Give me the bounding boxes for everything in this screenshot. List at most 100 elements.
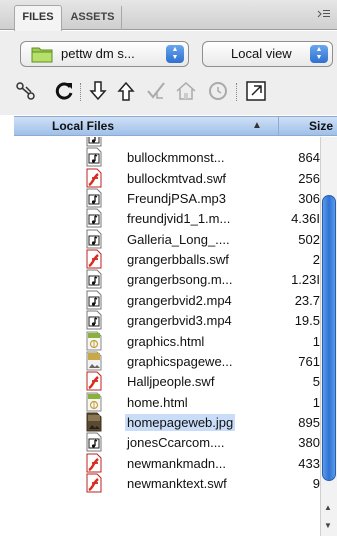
connect-icon[interactable] (14, 79, 38, 103)
file-name: bullockmtvad.swf (127, 170, 226, 186)
audio-file-icon (84, 290, 104, 310)
audio-file-icon (84, 147, 104, 167)
put-files-icon[interactable] (114, 79, 138, 103)
file-row[interactable]: freundjvid1_1.m... 4.36I (14, 208, 320, 228)
file-size: 4.36I (291, 211, 320, 227)
file-name: Galleria_Long_.... (127, 231, 230, 247)
audio-file-icon (84, 208, 104, 228)
check-out-icon (147, 82, 165, 99)
site-select-label: pettw dm s... (61, 46, 135, 61)
file-row[interactable]: Galleria_Long_.... 502 (14, 229, 320, 249)
file-row[interactable]: bullockmmonst... 864 (14, 147, 320, 167)
flash-file-icon (84, 249, 104, 269)
file-size: 502 (298, 231, 320, 247)
files-toolbar: pettw dm s... ▲ ▼ Local view ▲ ▼ (0, 31, 337, 115)
panel-tab-bar: FILES ASSETS (0, 0, 337, 31)
file-row[interactable]: graphics.html 1 (14, 331, 320, 351)
file-size: 256 (298, 170, 320, 186)
file-name: Halljpeople.swf (127, 374, 215, 390)
file-row[interactable]: grangerbvid3.mp4 19.5 (14, 310, 320, 330)
image-file-icon (84, 412, 104, 432)
file-size: 23.7 (294, 292, 320, 308)
file-size: 5 (312, 374, 320, 390)
file-row[interactable]: grangerbsong.m... 1.23I (14, 269, 320, 289)
panel-options-menu-icon[interactable] (317, 8, 331, 22)
file-name: homepageweb.jpg (125, 413, 236, 431)
scroll-up-arrow-icon[interactable]: ▲ (324, 503, 332, 512)
chevron-updown-icon: ▲ ▼ (310, 45, 328, 63)
toolbar-icons (0, 79, 337, 107)
html-file-icon (84, 331, 104, 351)
flash-file-icon (84, 371, 104, 391)
site-select[interactable]: pettw dm s... ▲ ▼ (20, 41, 189, 67)
file-name: graphics.html (127, 333, 205, 349)
column-header-size[interactable]: Size (309, 119, 333, 133)
file-row[interactable]: newmanktext.swf 9 (14, 473, 320, 493)
file-size: 761 (298, 353, 320, 369)
scrollbar-thumb[interactable] (322, 195, 336, 481)
column-divider (278, 117, 279, 136)
file-row[interactable] (14, 137, 320, 147)
synchronize-icon (209, 82, 227, 100)
html-file-icon (84, 392, 104, 412)
flash-file-icon (84, 453, 104, 473)
check-in-icon (176, 81, 196, 100)
file-size: 380 (298, 435, 320, 451)
audio-file-icon (84, 310, 104, 330)
file-name: newmanktext.swf (127, 475, 227, 491)
toolbar-divider (236, 83, 237, 101)
file-name: jonesCcarcom.... (127, 435, 225, 451)
file-name: grangerbsong.m... (127, 272, 233, 288)
sort-ascending-icon: ▲ (252, 120, 262, 131)
file-row[interactable]: newmankmadn... 433 (14, 453, 320, 473)
file-row[interactable]: homepageweb.jpg 895 (14, 412, 320, 432)
scroll-down-arrow-icon[interactable]: ▼ (324, 521, 332, 530)
audio-file-icon (84, 188, 104, 208)
file-size: 9 (312, 475, 320, 491)
site-folder-icon (31, 47, 53, 63)
file-size: 2 (312, 252, 320, 268)
tab-files[interactable]: FILES (14, 5, 62, 31)
audio-file-icon (84, 269, 104, 289)
chevron-updown-icon: ▲ ▼ (166, 45, 184, 63)
audio-file-icon (84, 137, 104, 147)
file-row[interactable]: graphicspagewe... 761 (14, 351, 320, 371)
view-select[interactable]: Local view ▲ ▼ (202, 41, 333, 67)
toolbar-divider (80, 83, 81, 101)
file-name: newmankmadn... (127, 455, 226, 471)
flash-file-icon (84, 473, 104, 493)
file-name: grangerbballs.swf (127, 252, 229, 268)
audio-file-icon (84, 432, 104, 452)
file-list: bullockmmonst... 864 bullockmtvad.swf 256 Fr… (14, 137, 320, 536)
audio-file-icon (84, 229, 104, 249)
file-size: 1 (312, 394, 320, 410)
file-row[interactable]: bullockmtvad.swf 256 (14, 168, 320, 188)
file-list-header: Local Files ▲ Size (14, 116, 337, 136)
file-row[interactable]: FreundjPSA.mp3 306 (14, 188, 320, 208)
file-row[interactable]: jonesCcarcom.... 380 (14, 432, 320, 452)
refresh-icon[interactable] (52, 79, 76, 103)
file-row[interactable]: home.html 1 (14, 392, 320, 412)
file-name: bullockmmonst... (127, 150, 225, 166)
file-name: home.html (127, 394, 188, 410)
file-size: 1 (312, 333, 320, 349)
flash-file-icon (84, 168, 104, 188)
expand-icon[interactable] (244, 79, 268, 103)
view-select-label: Local view (231, 46, 292, 61)
file-size: 864 (298, 150, 320, 166)
file-size: 306 (298, 191, 320, 207)
file-name: freundjvid1_1.m... (127, 211, 231, 227)
file-name: graphicspagewe... (127, 353, 233, 369)
file-name: grangerbvid2.mp4 (127, 292, 232, 308)
tab-assets[interactable]: ASSETS (64, 6, 122, 30)
file-size: 895 (298, 414, 320, 430)
file-name: grangerbvid3.mp4 (127, 313, 232, 329)
file-row[interactable]: Halljpeople.swf 5 (14, 371, 320, 391)
file-row[interactable]: grangerbvid2.mp4 23.7 (14, 290, 320, 310)
column-header-local-files[interactable]: Local Files (52, 119, 114, 133)
file-size: 433 (298, 455, 320, 471)
file-row[interactable]: grangerbballs.swf 2 (14, 249, 320, 269)
get-files-icon[interactable] (86, 79, 110, 103)
file-size: 19.5 (294, 313, 320, 329)
vertical-scrollbar[interactable]: ▲ ▼ (320, 137, 337, 536)
